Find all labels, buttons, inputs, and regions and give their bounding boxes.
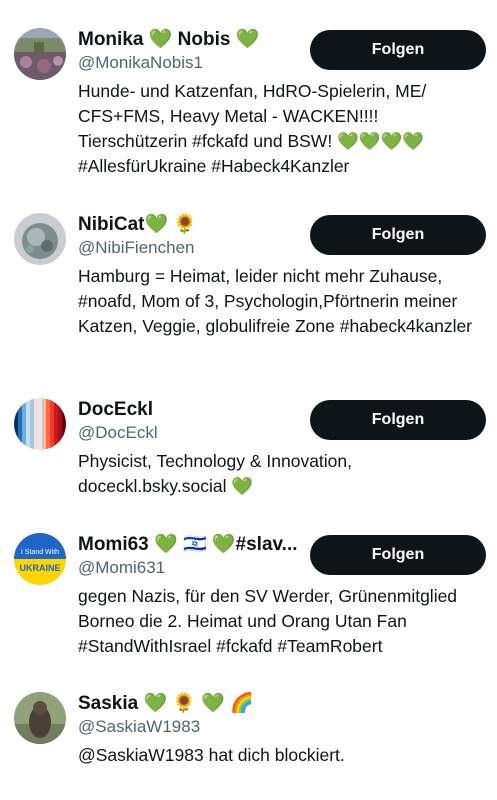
user-name[interactable]: NibiCat💚 🌻 [78, 213, 197, 237]
user-bio: @SaskiaW1983 hat dich blockiert. [78, 745, 345, 765]
avatar-crystal-icon [14, 213, 66, 265]
user-handle: @Momi631 [78, 558, 166, 577]
user-name[interactable]: DocEckl [78, 398, 153, 422]
user-handle: @MonikaNobis1 [78, 53, 203, 72]
user-bio: Hunde- und Katzenfan, HdRO-Spielerin, ME… [78, 81, 427, 176]
follow-button[interactable]: Folgen [310, 400, 486, 440]
avatar[interactable] [14, 28, 66, 80]
avatar[interactable] [14, 692, 66, 744]
user-bio: Hamburg = Heimat, leider nicht mehr Zuha… [78, 266, 473, 336]
follow-button[interactable]: Folgen [310, 215, 486, 255]
follow-button[interactable]: Folgen [310, 535, 486, 575]
user-name[interactable]: Monika 💚 Nobis 💚 [78, 28, 259, 52]
user-handle: @SaskiaW1983 [78, 717, 201, 736]
avatar[interactable] [14, 398, 66, 450]
user-name[interactable]: Saskia 💚 🌻 💚 🌈 [78, 692, 254, 716]
avatar-text-top: I Stand With [21, 549, 59, 556]
user-bio: gegen Nazis, für den SV Werder, Grünenmi… [78, 586, 458, 656]
user-bio: Physicist, Technology & Innovation, doce… [78, 451, 353, 496]
user-handle: @DocEckl [78, 423, 158, 442]
avatar-ukraine-icon: I Stand With UKRAINE [14, 533, 66, 585]
avatar[interactable] [14, 213, 66, 265]
follow-button[interactable]: Folgen [310, 30, 486, 70]
user-handle: @NibiFienchen [78, 238, 195, 257]
avatar-stripes-icon [14, 398, 66, 450]
user-name[interactable]: Momi63 💚 🇮🇱 💚#slav... [78, 533, 298, 557]
avatar-dog-icon [14, 692, 66, 744]
avatar[interactable]: I Stand With UKRAINE [14, 533, 66, 585]
avatar-text-bottom: UKRAINE [19, 563, 60, 573]
follow-list: Monika 💚 Nobis 💚 @MonikaNobis1 Folgen Hu… [0, 0, 497, 800]
avatar-landscape-icon [14, 28, 66, 80]
